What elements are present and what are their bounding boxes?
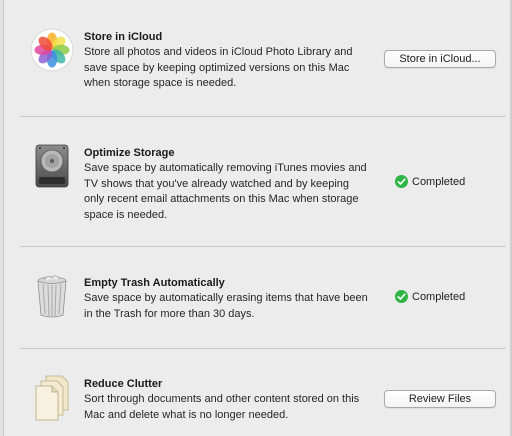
section-title: Optimize Storage [84,147,175,159]
checkmark-icon [395,290,408,303]
section-store-in-icloud: Store in iCloud Store all photos and vid… [20,0,506,116]
checkmark-icon [395,175,408,188]
trash-icon [30,272,74,320]
section-optimize-storage: Optimize Storage Save space by automatic… [20,116,506,246]
section-description: Save space by automatically removing iTu… [84,162,367,221]
section-description: Store all photos and videos in iCloud Ph… [84,46,353,89]
status-completed: Completed [395,290,465,303]
store-in-icloud-button[interactable]: Store in iCloud... [384,50,496,68]
section-description: Sort through documents and other content… [84,393,360,421]
status-label: Completed [412,175,466,188]
section-title: Reduce Clutter [84,378,163,390]
documents-icon [30,374,74,422]
section-title: Store in iCloud [84,31,163,43]
photos-icon [30,28,74,76]
status-label: Completed [412,290,466,303]
status-completed: Completed [395,175,465,188]
review-files-button[interactable]: Review Files [384,390,496,408]
window-frame-left [0,0,4,436]
section-title: Empty Trash Automatically [84,277,225,289]
section-description: Save space by automatically erasing item… [84,292,368,320]
section-reduce-clutter: Reduce Clutter Sort through documents an… [20,348,506,436]
section-empty-trash: Empty Trash Automatically Save space by … [20,246,506,348]
hard-drive-icon [30,142,74,190]
